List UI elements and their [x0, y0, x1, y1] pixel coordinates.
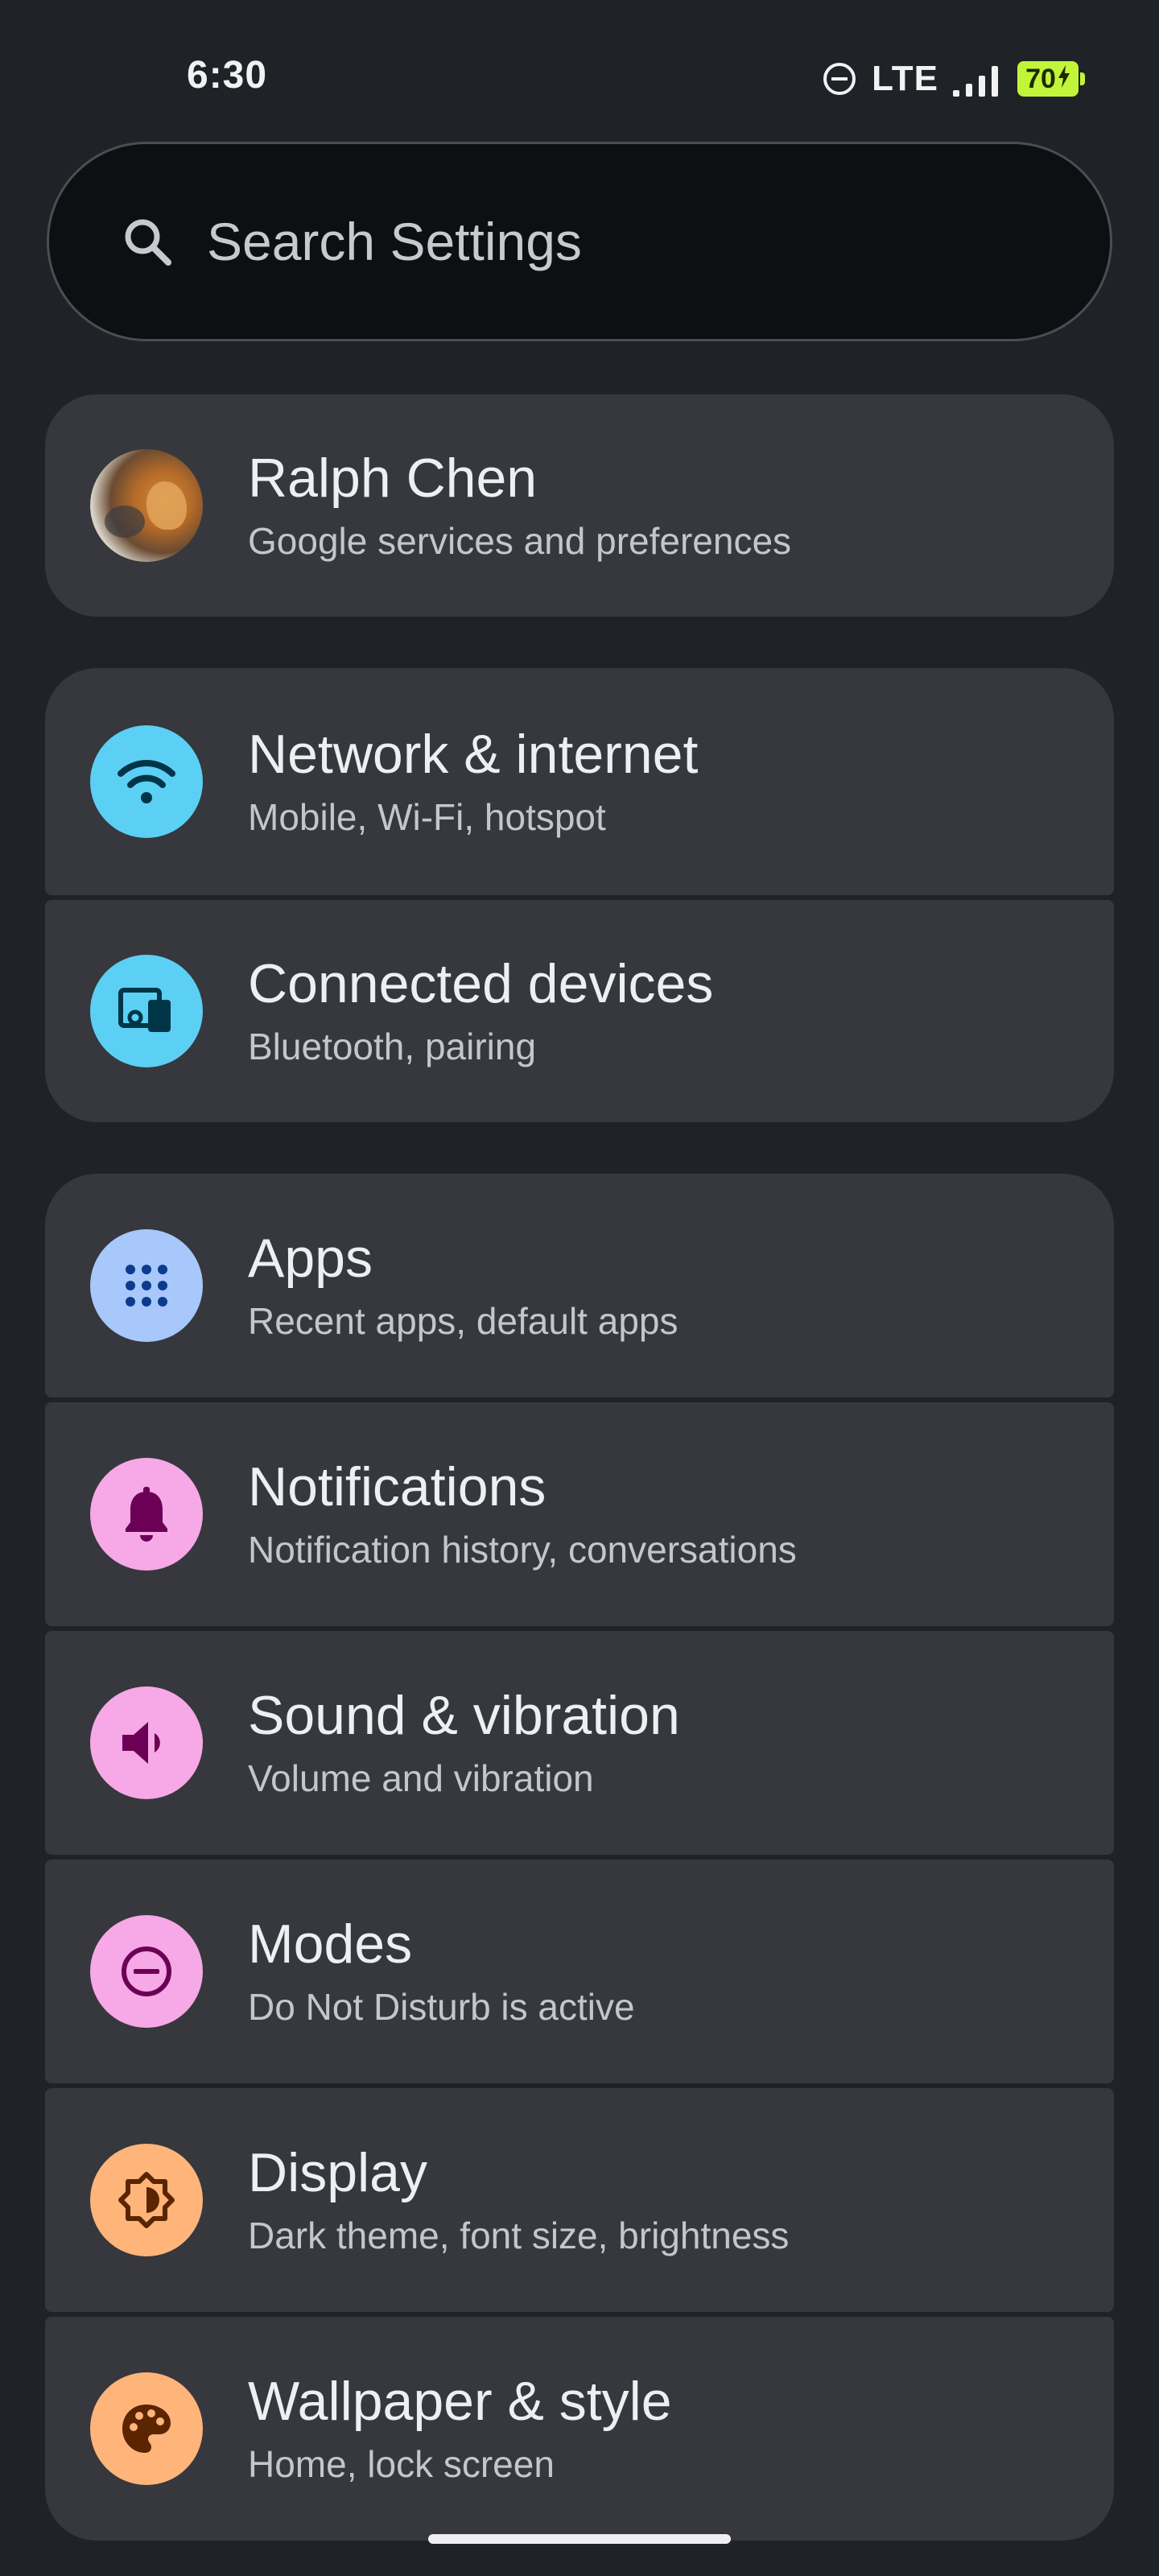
- battery-indicator: 70: [1017, 61, 1085, 97]
- settings-item-wallpaper[interactable]: Wallpaper & style Home, lock screen: [45, 2317, 1114, 2541]
- palette-icon: [119, 2401, 174, 2456]
- item-title: Sound & vibration: [248, 1685, 680, 1746]
- apps-grid-icon: [122, 1261, 171, 1310]
- item-title: Notifications: [248, 1456, 547, 1517]
- status-time: 6:30: [187, 54, 268, 97]
- search-icon: [120, 214, 175, 269]
- settings-item-display[interactable]: Display Dark theme, font size, brightnes…: [45, 2088, 1114, 2312]
- item-title: Display: [248, 2142, 427, 2203]
- signal-icon: [953, 61, 1003, 97]
- item-subtitle: Dark theme, font size, brightness: [248, 2215, 790, 2256]
- status-bar: 6:30 LTE 70: [0, 0, 1159, 153]
- settings-item-apps[interactable]: Apps Recent apps, default apps: [45, 1174, 1114, 1397]
- notifications-icon-badge: [90, 1458, 203, 1571]
- status-icons: LTE 70: [822, 58, 1085, 100]
- account-card[interactable]: Ralph Chen Google services and preferenc…: [45, 394, 1114, 617]
- item-subtitle: Notification history, conversations: [248, 1529, 797, 1571]
- sound-icon-badge: [90, 1686, 203, 1799]
- network-type: LTE: [872, 59, 938, 98]
- wifi-icon: [118, 756, 175, 807]
- battery-level: 70: [1025, 63, 1056, 94]
- apps-icon-badge: [90, 1229, 203, 1342]
- item-subtitle: Recent apps, default apps: [248, 1300, 678, 1342]
- settings-item-notifications[interactable]: Notifications Notification history, conv…: [45, 1402, 1114, 1626]
- search-placeholder: Search Settings: [207, 212, 582, 271]
- devices-icon: [118, 985, 175, 1037]
- item-title: Wallpaper & style: [248, 2371, 672, 2432]
- item-subtitle: Mobile, Wi-Fi, hotspot: [248, 796, 606, 838]
- item-subtitle: Bluetooth, pairing: [248, 1026, 537, 1067]
- bell-icon: [122, 1487, 171, 1542]
- item-subtitle: Home, lock screen: [248, 2443, 555, 2485]
- settings-item-connected-devices[interactable]: Connected devices Bluetooth, pairing: [45, 900, 1114, 1122]
- home-indicator[interactable]: [428, 2534, 731, 2544]
- network-icon-badge: [90, 725, 203, 838]
- settings-item-sound[interactable]: Sound & vibration Volume and vibration: [45, 1631, 1114, 1855]
- account-subtitle: Google services and preferences: [248, 520, 792, 562]
- volume-icon: [119, 1719, 174, 1767]
- item-title: Network & internet: [248, 724, 699, 785]
- item-subtitle: Do Not Disturb is active: [248, 1986, 635, 2028]
- item-title: Apps: [248, 1228, 373, 1289]
- battery-charging-icon: [1058, 64, 1070, 95]
- settings-item-network[interactable]: Network & internet Mobile, Wi-Fi, hotspo…: [45, 668, 1114, 895]
- account-name: Ralph Chen: [248, 448, 538, 509]
- do-not-disturb-icon: [822, 61, 857, 97]
- brightness-icon: [118, 2171, 175, 2229]
- item-title: Connected devices: [248, 953, 714, 1014]
- do-not-disturb-icon: [119, 1944, 174, 1999]
- avatar: [90, 449, 203, 562]
- settings-item-modes[interactable]: Modes Do Not Disturb is active: [45, 1860, 1114, 2083]
- modes-icon-badge: [90, 1915, 203, 2028]
- search-bar[interactable]: Search Settings: [47, 142, 1112, 341]
- item-subtitle: Volume and vibration: [248, 1757, 594, 1799]
- wallpaper-icon-badge: [90, 2372, 203, 2485]
- connected-devices-icon-badge: [90, 955, 203, 1067]
- display-icon-badge: [90, 2144, 203, 2256]
- item-title: Modes: [248, 1913, 413, 1975]
